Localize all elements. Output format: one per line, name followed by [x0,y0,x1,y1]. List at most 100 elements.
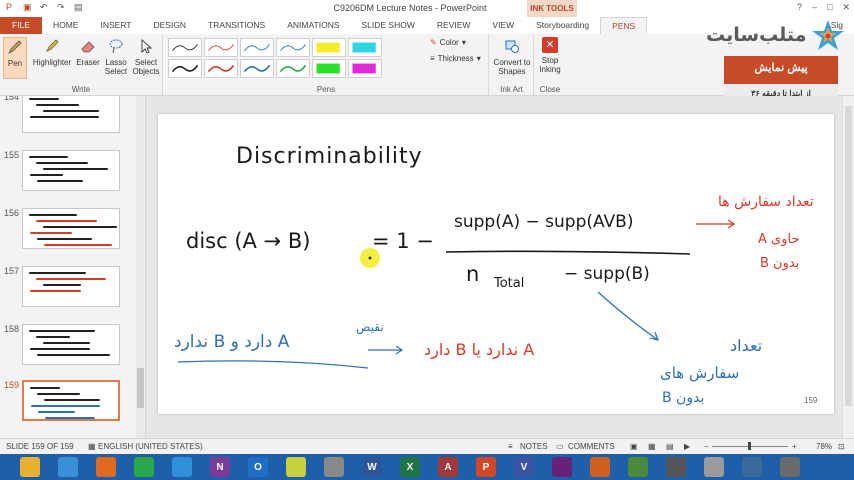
undo-icon[interactable]: ↶ [40,2,51,13]
pen-swatch[interactable] [348,38,382,57]
slide-thumbnail[interactable] [22,266,120,307]
excel-icon[interactable]: X [400,457,420,477]
select-objects-button[interactable]: Select Objects [131,37,161,76]
zoom-level[interactable]: 78% [816,442,832,451]
scrollbar-thumb[interactable] [137,368,144,408]
pen-swatch[interactable] [276,59,310,78]
ie-icon[interactable] [172,457,192,477]
close-icon[interactable]: ✕ [842,2,850,13]
scanner-icon[interactable] [742,457,762,477]
tab-insert[interactable]: INSERT [89,17,142,34]
firefox-icon[interactable] [96,457,116,477]
tab-home[interactable]: HOME [42,17,90,34]
tab-transitions[interactable]: TRANSITIONS [197,17,276,34]
zoom-in-icon[interactable]: + [792,442,797,451]
access-icon[interactable]: A [438,457,458,477]
ink-scribble [29,214,77,216]
highlighter-button[interactable]: Highlighter [31,37,73,67]
word-icon[interactable]: W [362,457,382,477]
thumbnail-scrollbar[interactable] [136,96,145,438]
tab-storyboarding[interactable]: Storyboarding [525,17,600,34]
thickness-dropdown[interactable]: ≡ Thickness ▾ [430,54,481,63]
normal-view-icon[interactable]: ▣ [630,442,638,451]
note-order-count: تعداد سفارش ها [718,194,814,210]
pen-swatch[interactable] [240,38,274,57]
minimize-icon[interactable]: – [812,2,817,13]
eraser-button[interactable]: Eraser [75,37,101,67]
spreadsheet-icon[interactable] [628,457,648,477]
document-icon[interactable] [704,457,724,477]
current-slide[interactable]: Discriminability disc (A → B) = 1 − supp… [158,114,834,414]
slide-sorter-icon[interactable]: ▦ [648,442,656,451]
tab-review[interactable]: REVIEW [426,17,482,34]
language-indicator[interactable]: ENGLISH (UNITED STATES) [98,442,203,451]
pen-swatch[interactable] [168,59,202,78]
slide-thumbnail[interactable] [22,96,120,133]
cursor-icon [137,37,155,55]
ink-scribble [36,220,97,222]
ink-scribble [30,116,99,118]
calculator-icon[interactable] [666,457,686,477]
highlighter-icon [43,37,61,55]
note-contains-a: حاوی A [758,232,800,247]
media-icon[interactable] [780,457,800,477]
pen-swatch[interactable] [348,59,382,78]
fit-slide-icon[interactable]: ⊡ [838,442,845,451]
tab-pens[interactable]: PENS [600,17,648,34]
chrome-icon[interactable] [134,457,154,477]
stop-inking-button[interactable]: ✕ Stop Inking [537,37,563,74]
fraction-bar [445,250,691,255]
slide-thumbnail[interactable] [22,150,120,191]
pen-swatch[interactable] [204,38,238,57]
explorer-icon[interactable] [20,457,40,477]
powerpoint-icon[interactable]: P [476,457,496,477]
matlab-icon[interactable] [590,457,610,477]
redo-icon[interactable]: ↷ [57,2,68,13]
help-icon[interactable]: ? [797,2,802,13]
tab-design[interactable]: DESIGN [142,17,197,34]
onenote-icon[interactable]: N [210,457,230,477]
notepad-icon[interactable] [286,457,306,477]
scrollbar-thumb[interactable] [845,106,852,406]
reading-view-icon[interactable]: ▤ [666,442,674,451]
slideshow-icon[interactable]: ▶ [684,442,690,451]
color-dropdown[interactable]: ✎ Color ▾ [430,38,466,47]
zoom-out-icon[interactable]: − [704,442,709,451]
comments-button[interactable]: COMMENTS [568,442,615,451]
maximize-icon[interactable]: □ [827,2,832,13]
ink-scribble [29,272,86,274]
visual-studio-icon[interactable] [552,457,572,477]
convert-to-shapes-button[interactable]: Convert to Shapes [493,37,531,76]
slide-scrollbar[interactable] [842,96,854,438]
pen-swatch[interactable] [240,59,274,78]
present-icon[interactable]: ▤ [74,2,85,13]
pen-swatch[interactable] [312,59,346,78]
save-icon[interactable]: ▣ [23,2,34,13]
slide-thumbnail[interactable] [22,324,120,365]
lasso-icon [107,37,125,55]
pen-button[interactable]: Pen [3,37,27,79]
comments-icon[interactable]: ▭ [556,442,564,451]
tex-icon[interactable] [324,457,344,477]
tab-slide-show[interactable]: SLIDE SHOW [351,17,426,34]
slide-thumbnail[interactable] [22,380,120,421]
pen-swatch[interactable] [168,38,202,57]
slide-number: 154 [4,96,20,102]
outlook-icon[interactable]: O [248,457,268,477]
ink-scribble [37,354,110,356]
proofing-icon[interactable]: ▦ [88,442,96,451]
visio-icon[interactable]: V [514,457,534,477]
zoom-slider-thumb[interactable] [748,442,751,450]
tab-file[interactable]: FILE [0,17,42,34]
notes-button[interactable]: NOTES [520,442,548,451]
onedrive-icon[interactable] [58,457,78,477]
ink-scribble [29,156,68,158]
notes-icon[interactable]: ≡ [508,442,513,451]
pen-swatch[interactable] [276,38,310,57]
tab-animations[interactable]: ANIMATIONS [276,17,350,34]
tab-view[interactable]: VIEW [481,17,525,34]
lasso-select-button[interactable]: Lasso Select [103,37,129,76]
pen-swatch[interactable] [312,38,346,57]
slide-thumbnail[interactable] [22,208,120,249]
pen-swatch[interactable] [204,59,238,78]
